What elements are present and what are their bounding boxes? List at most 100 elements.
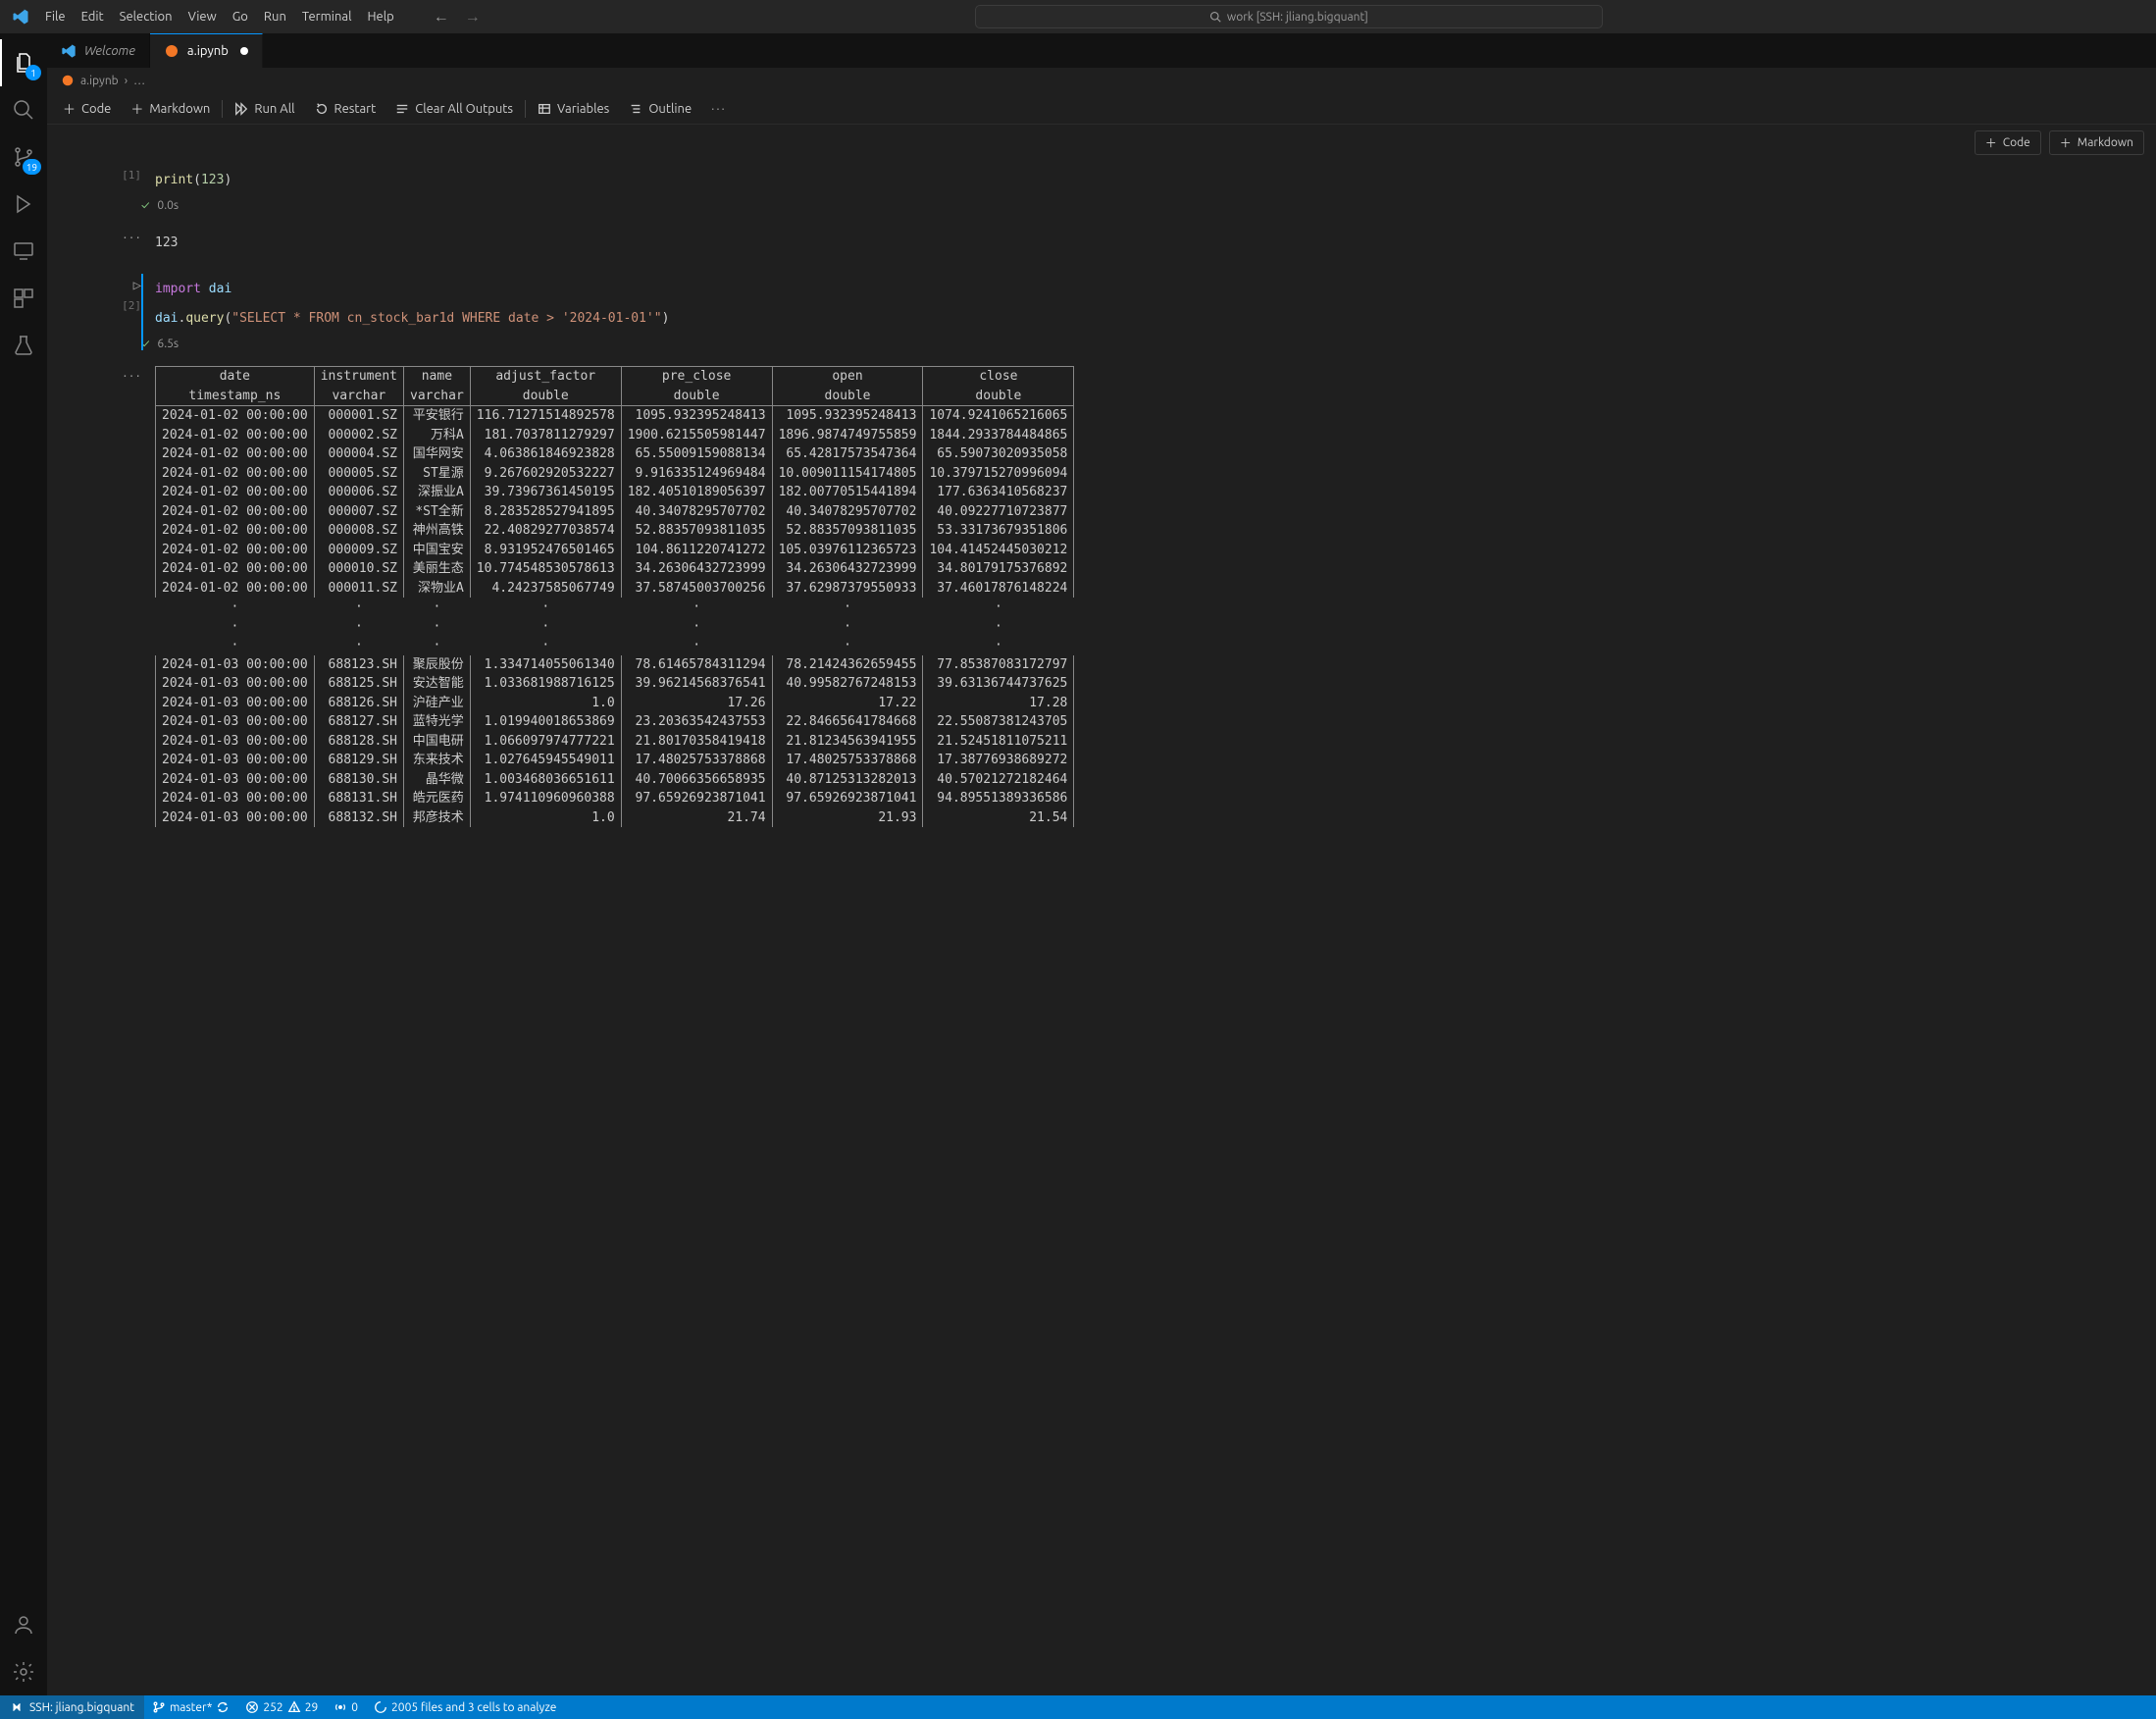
table-cell: 97.65926923871041: [772, 789, 923, 808]
table-cell: 2024-01-03 00:00:00: [156, 655, 315, 675]
toolbar-outline[interactable]: Outline: [619, 93, 701, 124]
activity-account[interactable]: [0, 1601, 47, 1648]
table-cell: 000008.SZ: [314, 521, 403, 541]
menu-item-file[interactable]: File: [37, 0, 74, 33]
table-cell: 21.74: [621, 808, 772, 828]
menu-item-terminal[interactable]: Terminal: [294, 0, 360, 33]
table-cell: 17.22: [772, 694, 923, 713]
execution-time: 0.0s: [157, 199, 179, 212]
table-row: 2024-01-03 00:00:00688127.SH蓝特光学1.019940…: [156, 712, 1074, 732]
table-cell: 688132.SH: [314, 808, 403, 828]
command-center[interactable]: work [SSH: jliang.bigquant]: [975, 5, 1603, 28]
table-cell: 2024-01-03 00:00:00: [156, 732, 315, 752]
outline-icon: [629, 102, 642, 116]
toolbar-variables[interactable]: Variables: [528, 93, 619, 124]
table-cell: 2024-01-03 00:00:00: [156, 751, 315, 770]
clear-icon: [395, 102, 409, 116]
nav-forward-button[interactable]: →: [457, 0, 488, 33]
status-branch[interactable]: master*: [144, 1695, 237, 1719]
editor-tabs: Welcome a.ipynb: [47, 33, 2156, 68]
table-cell: 94.89551389336586: [923, 789, 1074, 808]
column-header: namevarchar: [404, 367, 471, 406]
table-cell: 97.65926923871041: [621, 789, 772, 808]
toolbar-run-all[interactable]: Run All: [225, 93, 304, 124]
tab-welcome[interactable]: Welcome: [47, 33, 150, 68]
menu-item-view[interactable]: View: [180, 0, 225, 33]
separator: [222, 100, 223, 118]
execution-count: [1]: [122, 169, 141, 182]
code-editor[interactable]: import dai dai.query("SELECT * FROM cn_s…: [141, 274, 2144, 334]
output-text: 123: [141, 228, 2144, 258]
pill-label: Code: [2003, 136, 2030, 149]
table-cell: 1.334714055061340: [470, 655, 621, 675]
activity-search[interactable]: [0, 86, 47, 133]
toolbar-label: Run All: [254, 102, 294, 116]
activity-remote-explorer[interactable]: [0, 228, 47, 275]
activity-explorer[interactable]: 1: [0, 39, 47, 86]
table-cell: 17.48025753378868: [772, 751, 923, 770]
cell-body[interactable]: print(123) ✓0.0s: [141, 165, 2144, 212]
table-cell: 1.0: [470, 694, 621, 713]
status-remote[interactable]: SSH: jliang.bigquant: [0, 1695, 144, 1719]
menu-item-selection[interactable]: Selection: [112, 0, 180, 33]
execution-status: ✓0.0s: [141, 199, 2144, 212]
activity-settings[interactable]: [0, 1648, 47, 1695]
table-cell: 2024-01-02 00:00:00: [156, 426, 315, 445]
menu-item-run[interactable]: Run: [256, 0, 294, 33]
cell-gutter: [1]: [51, 165, 141, 212]
table-cell: 1.066097974777221: [470, 732, 621, 752]
table-cell: 40.99582767248153: [772, 674, 923, 694]
table-row: 2024-01-03 00:00:00688130.SH晶华微1.0034680…: [156, 770, 1074, 790]
add-markdown-cell-button[interactable]: ＋Markdown: [2049, 130, 2144, 155]
table-cell: 65.59073020935058: [923, 444, 1074, 464]
table-cell: 1.027645945549011: [470, 751, 621, 770]
toolbar-more[interactable]: ···: [701, 102, 737, 116]
table-row: 2024-01-03 00:00:00688123.SH聚辰股份1.334714…: [156, 655, 1074, 675]
title-bar: FileEditSelectionViewGoRunTerminalHelp ←…: [0, 0, 2156, 33]
cell-body[interactable]: import dai dai.query("SELECT * FROM cn_s…: [141, 274, 2144, 350]
table-cell: 9.267602920532227: [470, 464, 621, 484]
status-ports[interactable]: 0: [326, 1695, 366, 1719]
toolbar-clear-outputs[interactable]: Clear All Outputs: [385, 93, 523, 124]
variables-icon: [538, 102, 551, 116]
table-cell: 邦彦技术: [404, 808, 471, 828]
table-cell: 晶华微: [404, 770, 471, 790]
run-cell-button[interactable]: ▷: [133, 278, 141, 293]
table-cell: 177.6363410568237: [923, 483, 1074, 502]
status-analyze[interactable]: 2005 files and 3 cells to analyze: [366, 1695, 564, 1719]
more-icon[interactable]: ···: [122, 232, 141, 244]
nav-back-button[interactable]: ←: [426, 0, 457, 33]
table-cell: 皓元医药: [404, 789, 471, 808]
table-cell: 9.916335124969484: [621, 464, 772, 484]
table-cell: 22.55087381243705: [923, 712, 1074, 732]
breadcrumb[interactable]: a.ipynb › …: [47, 68, 2156, 93]
toolbar-add-code[interactable]: ＋Code: [53, 93, 121, 124]
status-analyze-label: 2005 files and 3 cells to analyze: [391, 1701, 556, 1714]
menu-item-help[interactable]: Help: [359, 0, 401, 33]
status-problems[interactable]: 252 29: [237, 1695, 326, 1719]
table-cell: 65.42817573547364: [772, 444, 923, 464]
tab-notebook[interactable]: a.ipynb: [150, 33, 263, 68]
table-cell: 37.62987379550933: [772, 579, 923, 599]
toolbar-label: Clear All Outputs: [415, 102, 513, 116]
menu-item-go[interactable]: Go: [225, 0, 256, 33]
table-cell: 1.003468036651611: [470, 770, 621, 790]
add-code-cell-button[interactable]: ＋Code: [1975, 130, 2041, 155]
jupyter-icon: [61, 74, 75, 87]
status-warnings-count: 29: [305, 1701, 319, 1714]
warning-icon: [287, 1700, 301, 1714]
more-icon[interactable]: ···: [122, 370, 141, 383]
activity-extensions[interactable]: [0, 275, 47, 322]
menu-item-edit[interactable]: Edit: [74, 0, 112, 33]
table-cell: 182.00770515441894: [772, 483, 923, 502]
table-cell: 78.61465784311294: [621, 655, 772, 675]
code-editor[interactable]: print(123): [141, 165, 2144, 195]
activity-run-debug[interactable]: [0, 181, 47, 228]
activity-source-control[interactable]: 19: [0, 133, 47, 181]
activity-testing[interactable]: [0, 322, 47, 369]
plus-icon: ＋: [63, 99, 76, 118]
table-cell: 39.96214568376541: [621, 674, 772, 694]
toolbar-restart[interactable]: Restart: [305, 93, 386, 124]
table-cell: 21.93: [772, 808, 923, 828]
toolbar-add-markdown[interactable]: ＋Markdown: [121, 93, 220, 124]
